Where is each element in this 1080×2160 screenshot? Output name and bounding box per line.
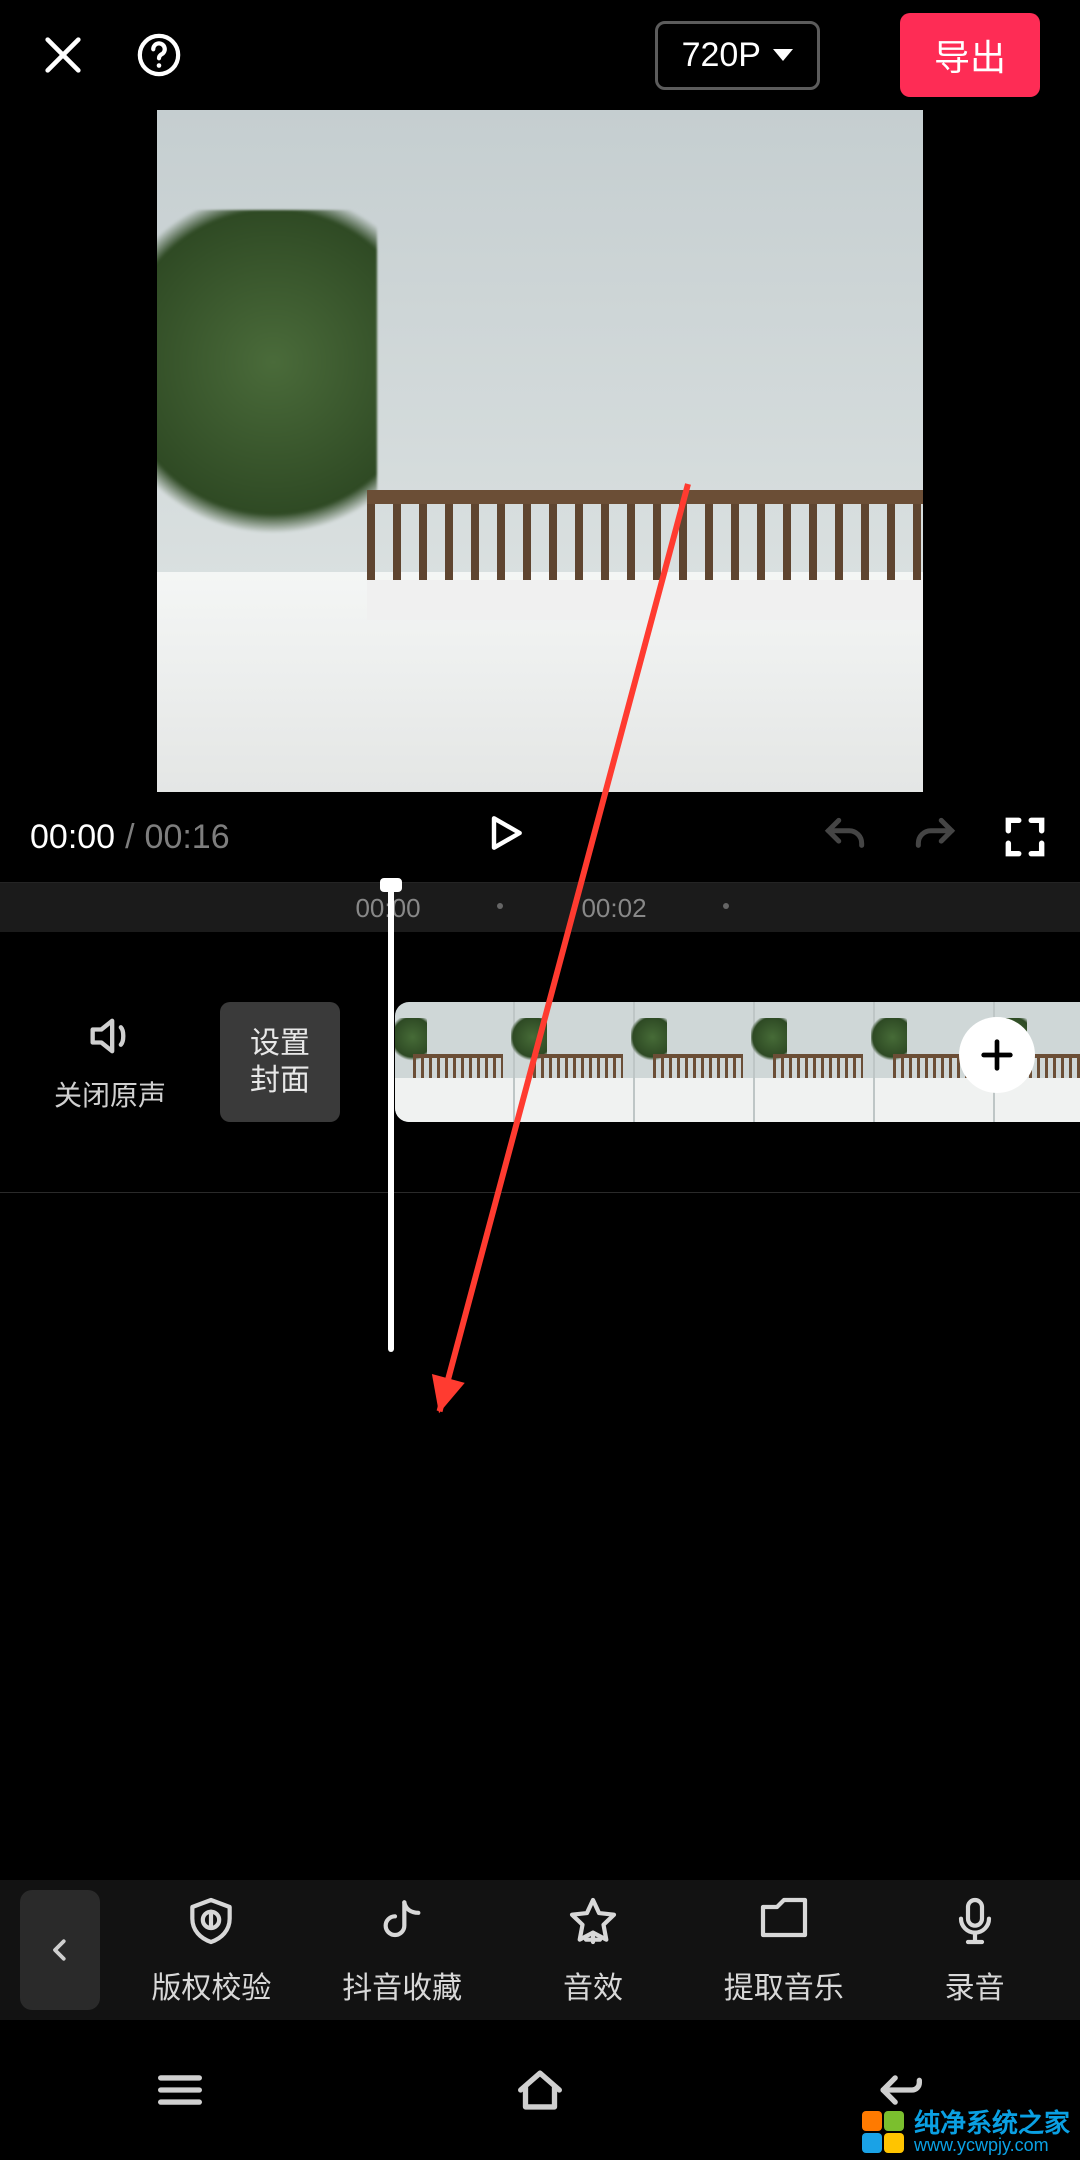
track-divider — [0, 1192, 1080, 1193]
resolution-button[interactable]: 720P — [655, 21, 820, 90]
total-time: 00:16 — [145, 818, 230, 857]
timeline-ruler[interactable]: 00:00 00:02 — [0, 882, 1080, 932]
system-recents-button[interactable] — [0, 2020, 360, 2160]
fullscreen-button[interactable] — [1000, 812, 1050, 862]
toolbar-item-label: 音效 — [563, 1963, 623, 2007]
watermark: 纯净系统之家 www.ycwpjy.com — [862, 2110, 1070, 2154]
ruler-dot — [497, 903, 503, 909]
time-separator: / — [125, 818, 134, 857]
toolbar-item-label: 版权校验 — [151, 1963, 271, 2007]
clip-thumb — [635, 1002, 755, 1122]
play-button[interactable] — [483, 811, 527, 864]
timeline-track-area[interactable]: 关闭原声 设置 封面 — [0, 932, 1080, 1352]
video-preview[interactable] — [157, 110, 923, 792]
export-label: 导出 — [934, 37, 1006, 78]
watermark-url: www.ycwpjy.com — [914, 2136, 1070, 2154]
toolbar-item-label: 提取音乐 — [724, 1963, 844, 2007]
cover-label: 设置 封面 — [250, 1025, 310, 1100]
toolbar-copyright-check[interactable]: 版权校验 — [136, 1893, 286, 2007]
close-icon[interactable] — [40, 32, 86, 78]
ruler-dot — [723, 903, 729, 909]
playhead[interactable] — [388, 882, 394, 1352]
toolbar-sound-effects[interactable]: 音效 — [518, 1893, 668, 2007]
clip-thumb — [395, 1002, 515, 1122]
toolbar-record-audio[interactable]: 录音 — [900, 1893, 1050, 2007]
help-icon[interactable] — [136, 32, 182, 78]
current-time: 00:00 — [30, 818, 115, 857]
watermark-logo-icon — [862, 2111, 906, 2153]
toolbar-item-label: 录音 — [945, 1963, 1005, 2007]
set-cover-button[interactable]: 设置 封面 — [220, 1002, 340, 1122]
mute-original-button[interactable]: 关闭原声 — [0, 1010, 220, 1114]
toolbar-douyin-favorites[interactable]: 抖音收藏 — [327, 1893, 477, 2007]
undo-button[interactable] — [820, 812, 870, 862]
resolution-label: 720P — [682, 36, 761, 75]
watermark-title: 纯净系统之家 — [914, 2110, 1070, 2136]
mute-label: 关闭原声 — [54, 1074, 166, 1114]
chevron-down-icon — [773, 49, 793, 61]
toolbar-item-label: 抖音收藏 — [342, 1963, 462, 2007]
toolbar-extract-music[interactable]: 提取音乐 — [709, 1893, 859, 2007]
export-button[interactable]: 导出 — [900, 13, 1040, 97]
system-home-button[interactable] — [360, 2020, 720, 2160]
toolbar-back-button[interactable] — [20, 1890, 100, 2010]
redo-button[interactable] — [910, 812, 960, 862]
ruler-tick: 00:02 — [581, 893, 646, 924]
clip-thumb — [755, 1002, 875, 1122]
add-clip-button[interactable] — [959, 1017, 1035, 1093]
